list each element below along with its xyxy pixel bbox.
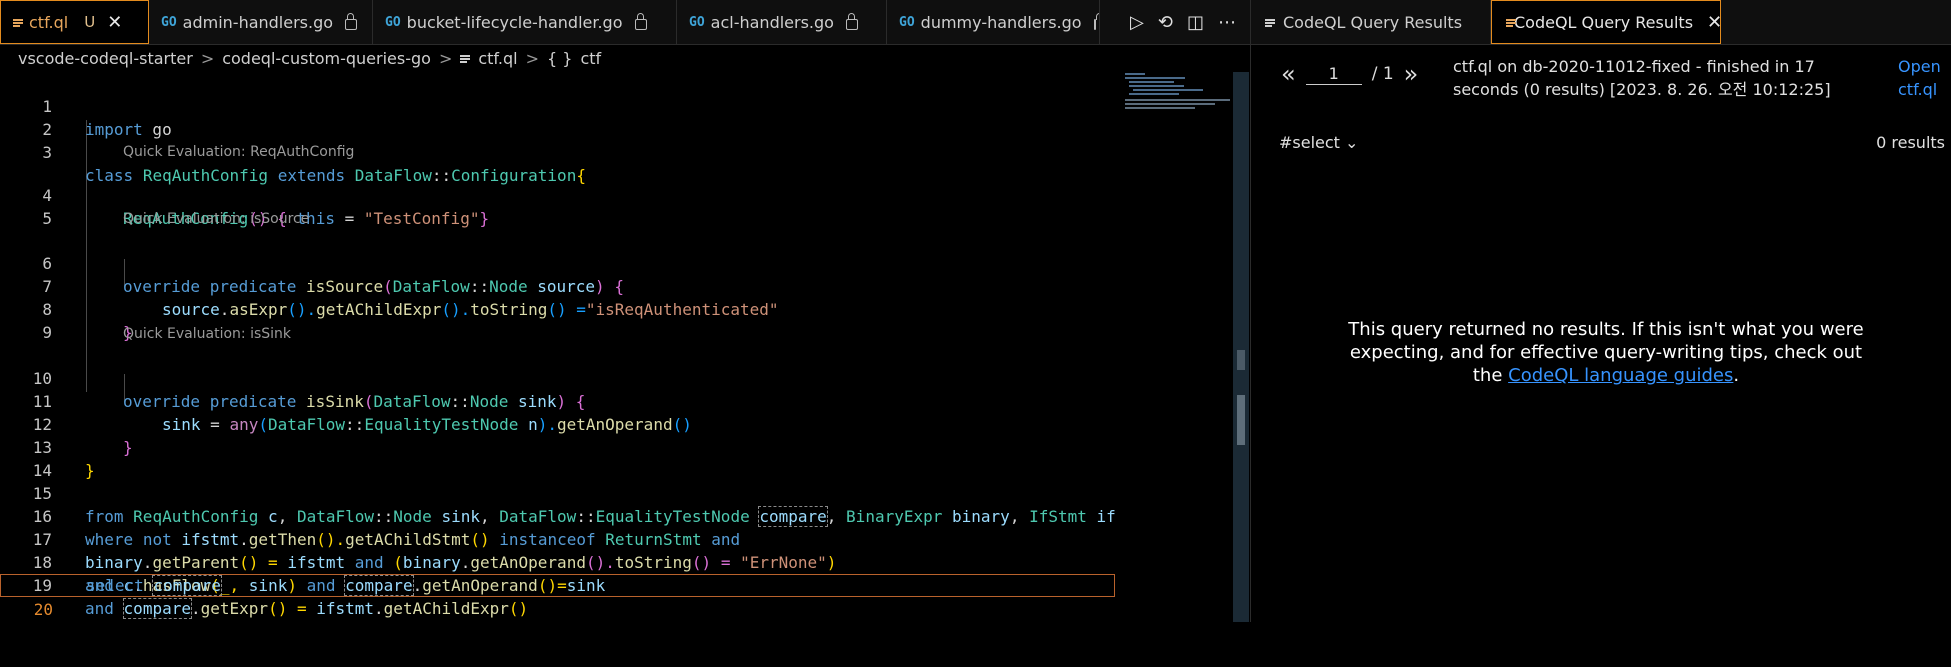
breadcrumb-item[interactable]: vscode-codeql-starter bbox=[18, 49, 193, 68]
code-line-current: 20 select compare bbox=[0, 574, 1115, 619]
code-line: 3 class ReqAuthConfig extends DataFlow::… bbox=[0, 118, 1115, 185]
query-results-pane: CodeQL Query Results CodeQL Query Result… bbox=[1251, 0, 1951, 622]
editor-actions: ▷ ⟲ ◫ ⋯ bbox=[1116, 0, 1250, 44]
minimap[interactable] bbox=[1123, 70, 1233, 115]
lock-icon bbox=[1093, 12, 1099, 30]
tab-label: bucket-lifecycle-handler.go bbox=[406, 12, 623, 32]
code-line: 6 override predicate isSource(DataFlow::… bbox=[0, 229, 1115, 296]
split-editor-icon[interactable]: ◫ bbox=[1187, 12, 1204, 33]
chevron-right-icon: > bbox=[525, 48, 539, 68]
scrollbar-thumb[interactable] bbox=[1237, 395, 1245, 445]
breadcrumb-item[interactable]: ctf bbox=[580, 49, 601, 68]
code-line: 18 and c.hasFlow(_, sink) and compare.ge… bbox=[0, 528, 1115, 596]
result-pager: « / 1 » bbox=[1281, 60, 1418, 88]
run-icon[interactable]: ▷ bbox=[1130, 12, 1144, 33]
chevron-right-icon: > bbox=[438, 48, 453, 68]
previous-page-icon[interactable]: « bbox=[1281, 60, 1296, 88]
code-line: 8 } bbox=[0, 275, 1115, 342]
tab-label: dummy-handlers.go bbox=[920, 12, 1082, 32]
quick-evaluation-lens[interactable]: Quick Evaluation: isSource bbox=[123, 209, 309, 229]
line-number: 9 bbox=[42, 323, 52, 342]
code-line: 5 bbox=[0, 184, 1115, 228]
code-line: 15 from ReqAuthConfig c, DataFlow::Node … bbox=[0, 459, 1116, 527]
lock-icon bbox=[634, 12, 647, 30]
code-line: 1 import go bbox=[0, 72, 1115, 139]
tab-label: CodeQL Query Results bbox=[1514, 12, 1694, 32]
tab-codeql-query-results-active[interactable]: CodeQL Query Results ✕ bbox=[1491, 0, 1721, 44]
line-number: 5 bbox=[42, 209, 52, 228]
tab-dummy-handlers[interactable]: GO dummy-handlers.go bbox=[887, 0, 1100, 44]
tab-admin-handlers[interactable]: GO admin-handlers.go bbox=[149, 0, 373, 44]
code-line: 4 ReqAuthConfig() { this = "TestConfig"} bbox=[0, 161, 1115, 228]
quick-evaluation-lens[interactable]: Quick Evaluation: ReqAuthConfig bbox=[123, 142, 354, 162]
untracked-status: U bbox=[84, 13, 96, 31]
chevron-down-icon: ⌄ bbox=[1345, 133, 1359, 152]
line-number: 20 bbox=[33, 600, 53, 619]
code-line: 14 bbox=[0, 436, 1115, 480]
open-query-link[interactable]: Open ctf.ql bbox=[1898, 55, 1948, 101]
editor-tab-bar: ctf.ql U ✕ GO admin-handlers.go GO bucke… bbox=[0, 0, 1250, 45]
next-page-icon[interactable]: » bbox=[1404, 60, 1419, 88]
chevron-right-icon: > bbox=[200, 48, 215, 68]
results-tab-bar: CodeQL Query Results CodeQL Query Result… bbox=[1251, 0, 1951, 45]
code-line: 17 binary.getParent() = ifstmt and (bina… bbox=[0, 505, 1115, 572]
go-file-icon: GO bbox=[385, 14, 401, 30]
go-file-icon: GO bbox=[899, 14, 915, 30]
lock-icon bbox=[845, 12, 858, 30]
tab-acl-handlers[interactable]: GO acl-handlers.go bbox=[677, 0, 887, 44]
more-actions-icon[interactable]: ⋯ bbox=[1218, 12, 1236, 33]
breadcrumb: vscode-codeql-starter > codeql-custom-qu… bbox=[0, 45, 1250, 71]
lock-icon bbox=[345, 12, 358, 30]
file-icon bbox=[13, 17, 23, 28]
tab-label: admin-handlers.go bbox=[182, 12, 334, 32]
compare-changes-icon[interactable]: ⟲ bbox=[1158, 12, 1173, 33]
code-line: 9 bbox=[0, 298, 1115, 342]
page-total: / 1 bbox=[1371, 64, 1394, 84]
breadcrumb-item[interactable]: codeql-custom-queries-go bbox=[222, 49, 431, 68]
code-line: 16 where not ifstmt.getThen().getAChildS… bbox=[0, 482, 1115, 549]
code-line: 19 and compare.getExpr() = ifstmt.getACh… bbox=[0, 551, 1115, 619]
query-summary: ctf.ql on db-2020-11012-fixed - finished… bbox=[1453, 57, 1831, 99]
code-line: 7 source.asExpr().getAChildExpr().toStri… bbox=[0, 252, 1115, 319]
tab-ctf-ql[interactable]: ctf.ql U ✕ bbox=[0, 0, 149, 44]
file-icon bbox=[1265, 17, 1275, 28]
code-line: 12 } bbox=[0, 390, 1115, 457]
code-line: 11 sink = any(DataFlow::EqualityTestNode… bbox=[0, 367, 1115, 434]
go-file-icon: GO bbox=[689, 14, 705, 30]
result-set-select[interactable]: #select ⌄ bbox=[1279, 133, 1358, 152]
codeql-language-guides-link[interactable]: CodeQL language guides bbox=[1508, 365, 1733, 386]
tab-label: ctf.ql bbox=[29, 12, 69, 32]
tab-codeql-query-results[interactable]: CodeQL Query Results bbox=[1251, 0, 1491, 44]
file-icon bbox=[460, 53, 471, 64]
tab-label: CodeQL Query Results bbox=[1283, 12, 1463, 32]
result-set-label: #select bbox=[1279, 133, 1340, 152]
no-results-message: This query returned no results. If this … bbox=[1348, 319, 1864, 386]
editor-pane: ctf.ql U ✕ GO admin-handlers.go GO bucke… bbox=[0, 0, 1251, 622]
result-count: 0 results bbox=[1876, 133, 1945, 152]
code-line: 10 override predicate isSink(DataFlow::N… bbox=[0, 344, 1115, 411]
close-icon[interactable]: ✕ bbox=[107, 12, 122, 33]
breadcrumb-item[interactable]: ctf.ql bbox=[478, 49, 517, 68]
code-line: 2 bbox=[0, 95, 1115, 139]
page-number-input[interactable] bbox=[1305, 63, 1362, 85]
go-file-icon: GO bbox=[161, 14, 177, 30]
quick-evaluation-lens[interactable]: Quick Evaluation: isSink bbox=[123, 324, 291, 344]
vertical-scrollbar[interactable] bbox=[1233, 72, 1249, 622]
close-icon[interactable]: ✕ bbox=[1707, 12, 1720, 33]
tab-label: acl-handlers.go bbox=[710, 12, 834, 32]
code-line: 13 } bbox=[0, 413, 1115, 480]
tab-bucket-lifecycle-handler[interactable]: GO bucket-lifecycle-handler.go bbox=[373, 0, 677, 44]
symbol-namespace-icon: { } bbox=[546, 48, 573, 68]
code-editor[interactable]: 1 import go 2 3 class ReqAuthConfig exte… bbox=[0, 72, 1230, 622]
scrollbar-marker bbox=[1237, 350, 1245, 370]
